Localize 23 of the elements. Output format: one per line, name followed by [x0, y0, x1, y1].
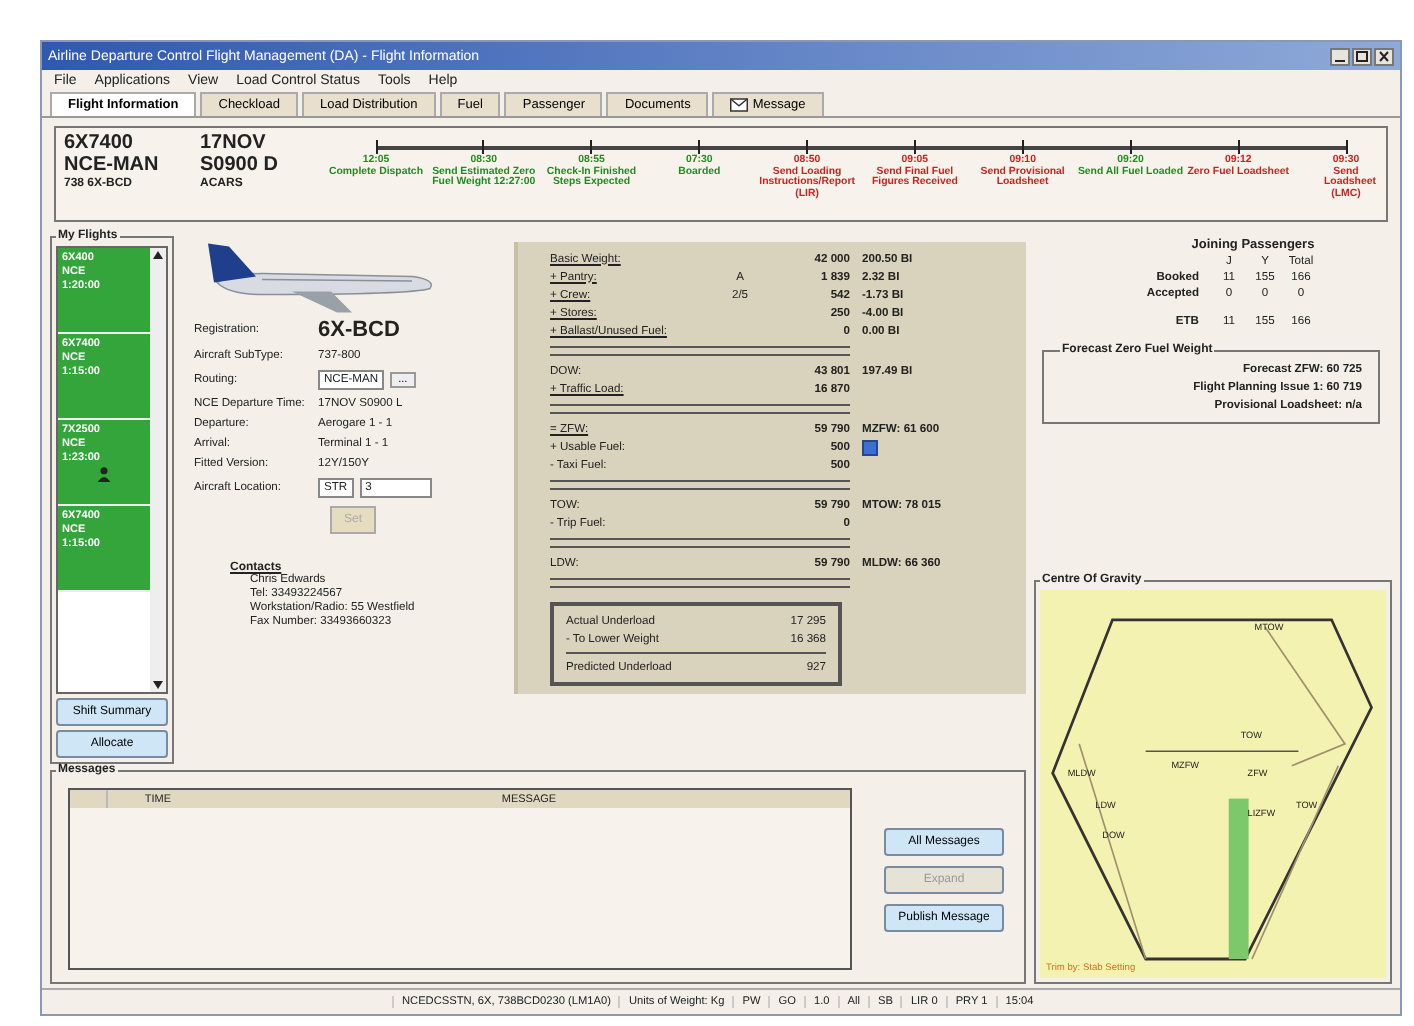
timeline-tick [1021, 140, 1024, 154]
timeline-tick [1237, 140, 1240, 154]
timeline-tick [482, 140, 485, 154]
maximize-icon[interactable] [1352, 47, 1372, 65]
close-icon[interactable] [1374, 47, 1394, 65]
timeline-tick [698, 140, 701, 154]
flight-route: NCE-MAN [64, 154, 161, 176]
flight-number: 6X7400 [64, 132, 135, 154]
envelope-icon [730, 98, 749, 112]
scroll-up-icon[interactable] [152, 250, 164, 260]
departure-time: S0900 D [200, 154, 280, 176]
timeline-tick [590, 140, 593, 154]
timeline-tick [1129, 140, 1132, 154]
timeline-tick [806, 140, 809, 154]
timeline-tick [375, 140, 377, 154]
registration-value: 6X-BCD [318, 318, 400, 342]
scroll-down-icon[interactable] [152, 680, 164, 690]
timeline-tick [1345, 140, 1347, 154]
fuel-button[interactable] [862, 439, 878, 455]
minimize-icon[interactable] [1330, 47, 1350, 65]
flight-date: 17NOV [200, 132, 268, 154]
scrollbar[interactable] [150, 248, 166, 692]
timeline-tick [913, 140, 916, 154]
